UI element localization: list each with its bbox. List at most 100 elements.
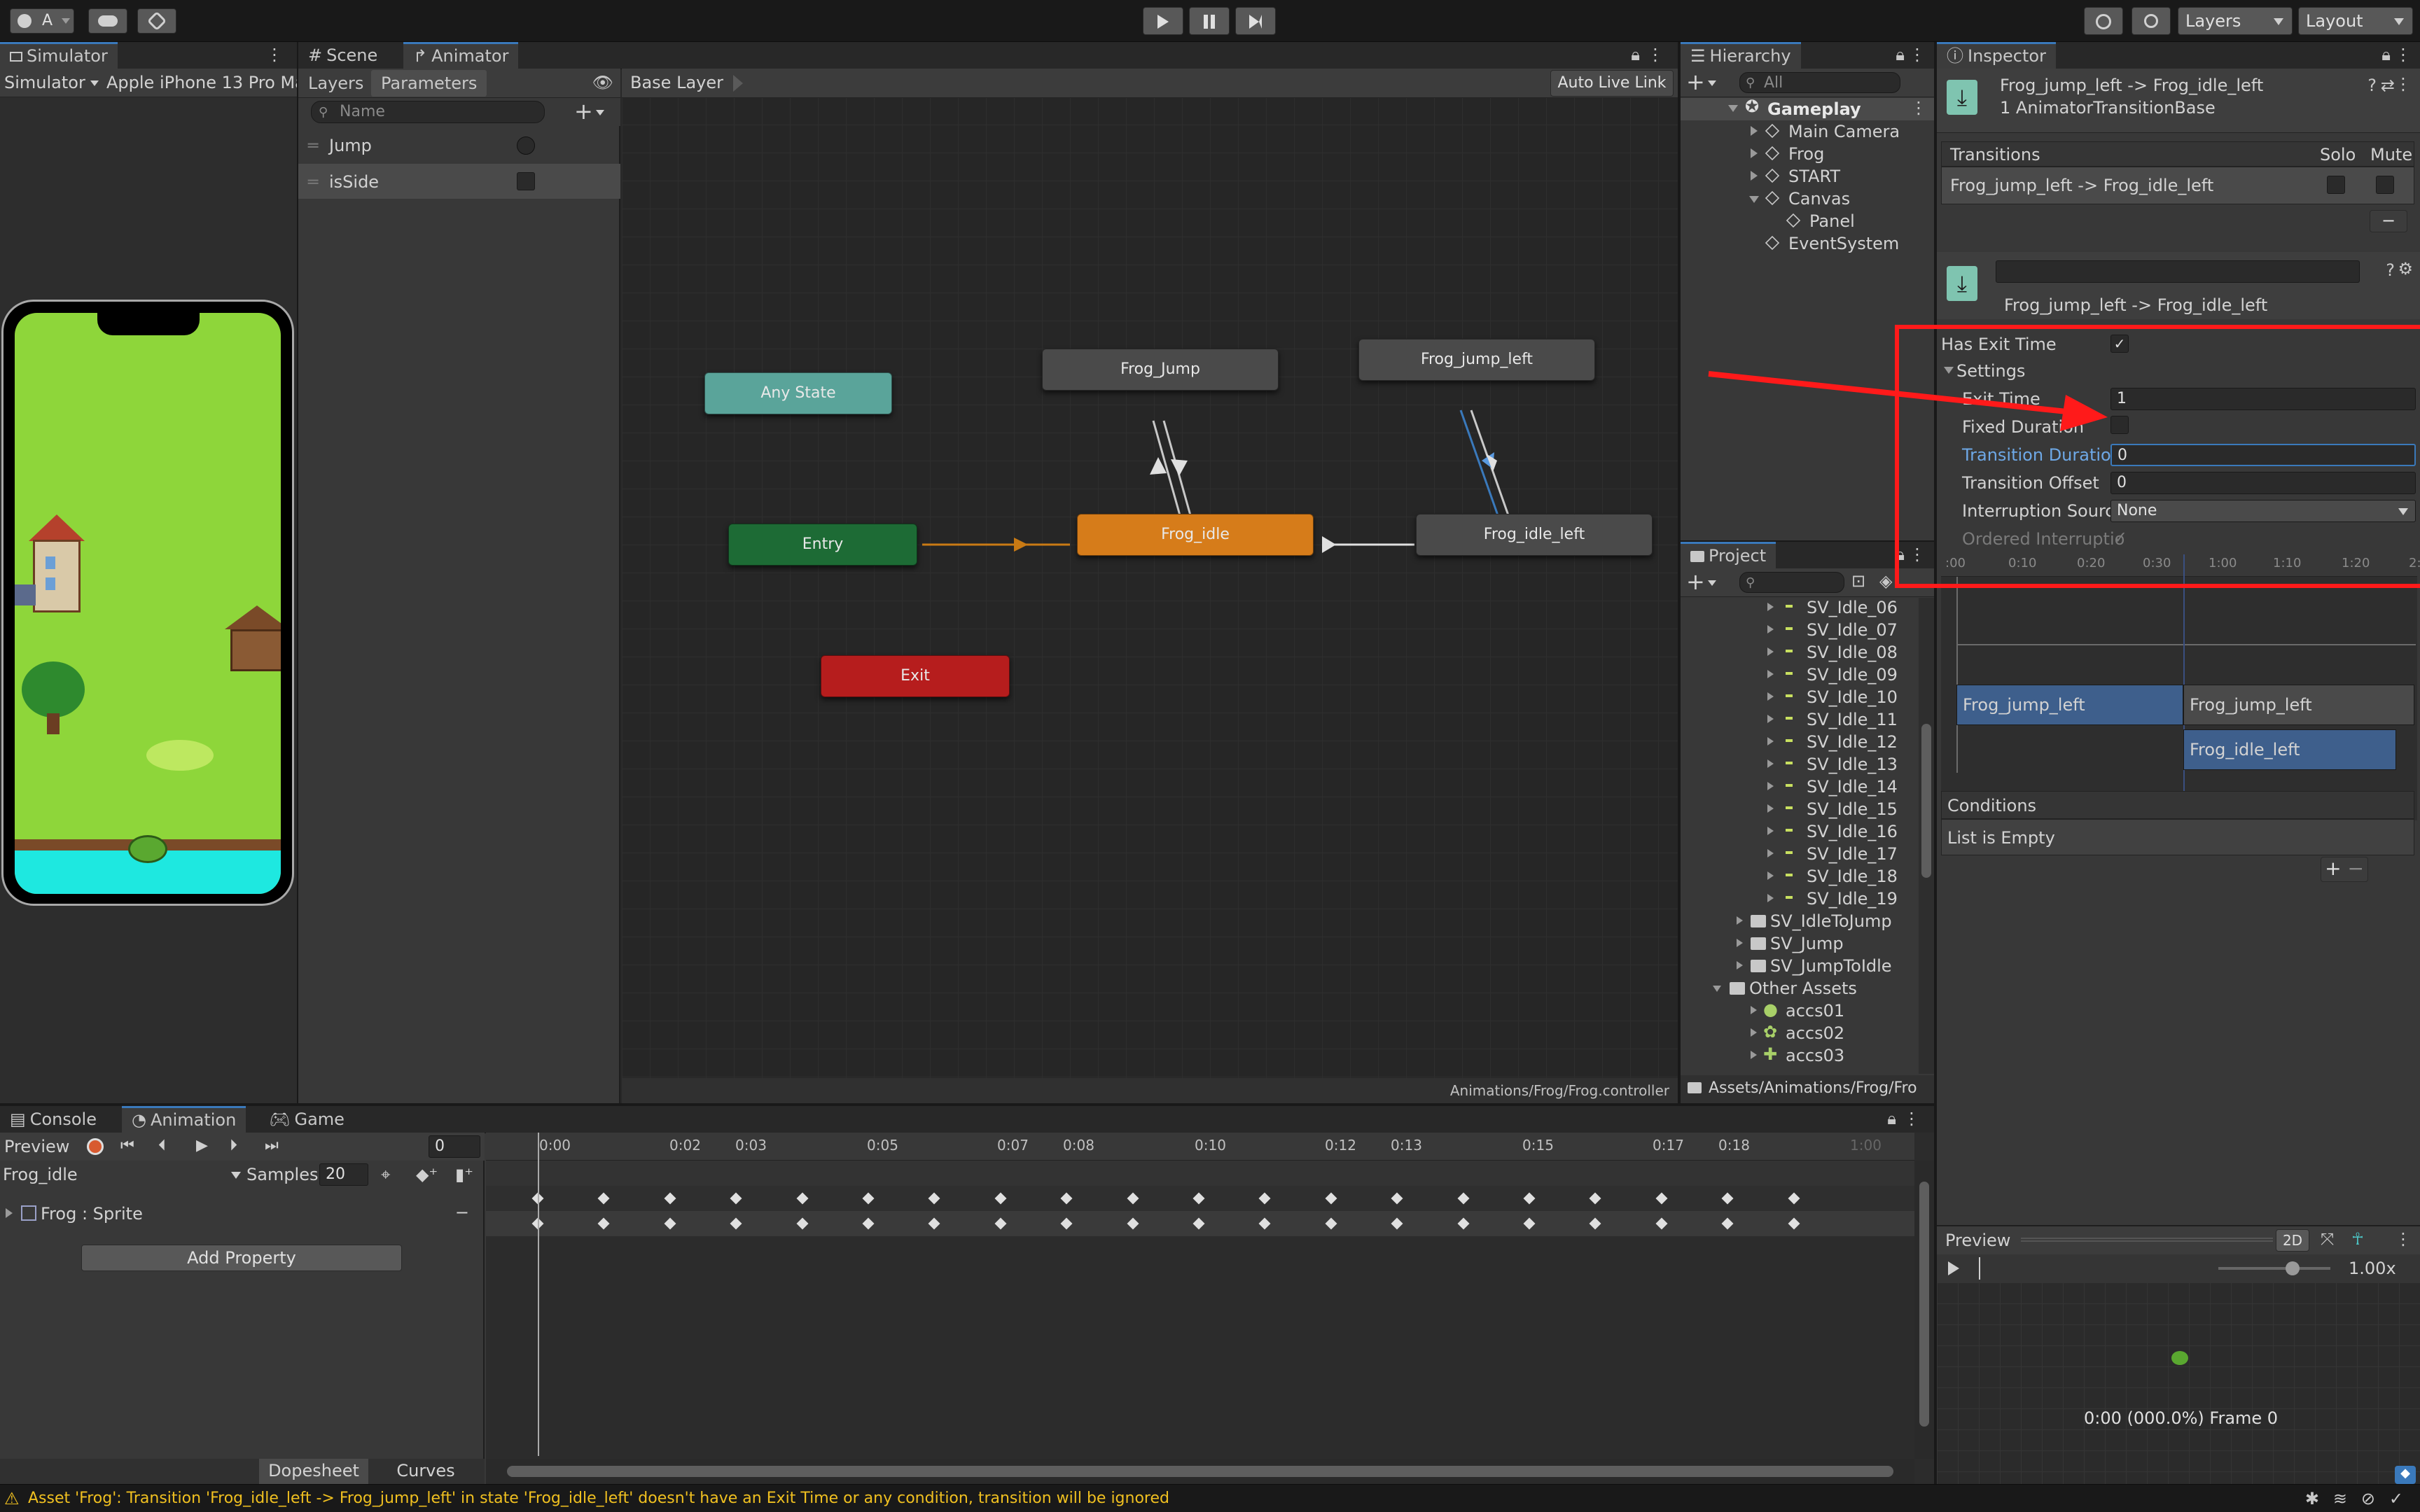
bool-checkbox[interactable]: [517, 172, 535, 190]
simulator-mode-dropdown[interactable]: Simulator: [4, 73, 99, 92]
tab-animator[interactable]: ↱ Animator: [403, 42, 519, 71]
list-item[interactable]: SV_Idle_15: [1681, 798, 1919, 820]
transition-timeline[interactable]: :000:100:200:301:001:101:202:00 Frog_jum…: [1941, 554, 2420, 820]
chevron-right-icon[interactable]: [1767, 804, 1774, 813]
keyframe-diamond[interactable]: [928, 1192, 940, 1205]
list-item[interactable]: Canvas: [1681, 188, 1934, 210]
more-icon[interactable]: ⋮: [266, 45, 283, 64]
timeline-bar-source[interactable]: Frog_jump_left: [1956, 685, 2183, 725]
list-item[interactable]: SV_Idle_07: [1681, 619, 1919, 641]
remove-property-icon[interactable]: −: [455, 1203, 469, 1222]
list-item[interactable]: SV_Idle_08: [1681, 641, 1919, 664]
keyframe-diamond[interactable]: [1655, 1217, 1668, 1230]
tab-scene[interactable]: # Scene: [298, 42, 387, 69]
chevron-right-icon[interactable]: [1767, 670, 1774, 678]
pause-button[interactable]: [1189, 7, 1230, 35]
layout-dropdown[interactable]: Layout: [2298, 7, 2413, 35]
list-item[interactable]: SV_Idle_10: [1681, 686, 1919, 708]
layers-dropdown[interactable]: Layers: [2178, 7, 2293, 35]
keyframe-diamond[interactable]: [1589, 1217, 1601, 1230]
more-icon[interactable]: ⋮: [1910, 98, 1927, 118]
state-frog-jump[interactable]: Frog_Jump: [1042, 349, 1279, 391]
chevron-right-icon[interactable]: [1767, 849, 1774, 858]
create-button[interactable]: +: [1686, 69, 1716, 95]
next-key-icon[interactable]: ⏵: [230, 1137, 237, 1154]
state-frog-jump-left[interactable]: Frog_jump_left: [1358, 339, 1595, 381]
tab-layers[interactable]: Layers: [298, 70, 373, 97]
play-button[interactable]: [1143, 7, 1183, 35]
keyframe-diamond[interactable]: [1258, 1192, 1271, 1205]
keyframe-diamond[interactable]: [1127, 1192, 1139, 1205]
keyframe-diamond[interactable]: [1060, 1217, 1073, 1230]
timeline-hscrollbar[interactable]: [486, 1459, 1914, 1484]
list-item[interactable]: START: [1681, 165, 1934, 188]
keyframe-diamond[interactable]: [1391, 1192, 1403, 1205]
keyframe-diamond[interactable]: [1655, 1192, 1668, 1205]
chevron-right-icon[interactable]: [1767, 625, 1774, 634]
lock-icon[interactable]: 🔒︎: [1887, 1109, 1896, 1128]
keyframe-diamond[interactable]: [796, 1217, 809, 1230]
timeline-vscrollbar[interactable]: [1914, 1161, 1934, 1459]
list-item[interactable]: Other Assets: [1681, 977, 1919, 1000]
keyframe-diamond[interactable]: [1589, 1192, 1601, 1205]
state-frog-idle-left[interactable]: Frog_idle_left: [1416, 514, 1653, 556]
tag-icon[interactable]: ◆: [2395, 1466, 2416, 1484]
gear-icon[interactable]: ⚙: [2398, 259, 2413, 279]
list-item[interactable]: ✪ Gameplay ⋮: [1681, 97, 1934, 120]
speed-slider-knob[interactable]: [2286, 1261, 2300, 1275]
keyframe-diamond[interactable]: [597, 1217, 610, 1230]
chevron-right-icon[interactable]: [1737, 916, 1743, 925]
keyframe-diamond[interactable]: [862, 1192, 875, 1205]
eye-icon[interactable]: 👁︎: [592, 73, 613, 92]
mode-2d-button[interactable]: 2D: [2276, 1229, 2309, 1252]
more-icon[interactable]: ⋮: [2395, 1229, 2412, 1249]
pivot-icon[interactable]: ⤧: [2321, 1229, 2334, 1249]
chevron-right-icon[interactable]: [1767, 827, 1774, 835]
state-frog-idle[interactable]: Frog_idle: [1077, 514, 1314, 556]
keyframe-diamond[interactable]: [796, 1192, 809, 1205]
state-exit[interactable]: Exit: [821, 655, 1010, 697]
avatar-icon[interactable]: ☥: [2351, 1229, 2364, 1249]
preset-icon[interactable]: ⇄: [2381, 76, 2395, 95]
list-item[interactable]: ✚ accs03: [1681, 1044, 1919, 1067]
clip-dropdown[interactable]: Frog_idle: [3, 1163, 241, 1186]
keyframe-diamond[interactable]: [597, 1192, 610, 1205]
chevron-right-icon[interactable]: [1737, 961, 1743, 969]
chevron-right-icon[interactable]: [1751, 126, 1758, 136]
transition-name-input[interactable]: [1996, 260, 2360, 283]
keyframe-diamond[interactable]: [1457, 1192, 1470, 1205]
list-item[interactable]: SV_Idle_06: [1681, 598, 1919, 619]
drag-handle-icon[interactable]: ═: [308, 136, 318, 155]
list-item[interactable]: SV_Idle_09: [1681, 664, 1919, 686]
list-item[interactable]: Panel: [1681, 210, 1934, 232]
curves-tab[interactable]: Curves: [371, 1459, 480, 1484]
list-item[interactable]: SV_Idle_14: [1681, 776, 1919, 798]
keyframe-diamond[interactable]: [1127, 1217, 1139, 1230]
samples-field[interactable]: 20: [319, 1163, 368, 1186]
more-icon[interactable]: ⋮: [1909, 45, 1926, 64]
list-item[interactable]: ✿ accs02: [1681, 1022, 1919, 1044]
list-item[interactable]: SV_Idle_18: [1681, 865, 1919, 888]
prev-key-icon[interactable]: ⏴: [158, 1137, 166, 1154]
keyframe-diamond[interactable]: [1721, 1217, 1734, 1230]
drag-handle-icon[interactable]: ═: [308, 172, 318, 192]
keyframe-diamond[interactable]: [730, 1192, 742, 1205]
parameter-search-input[interactable]: ⚲ Name: [311, 101, 545, 123]
chevron-right-icon[interactable]: [1737, 939, 1743, 947]
keyframe-diamond[interactable]: [1788, 1192, 1800, 1205]
keyframe-diamond[interactable]: [1258, 1217, 1271, 1230]
cache-icon[interactable]: ⊘: [2361, 1489, 2375, 1508]
more-icon[interactable]: ⋮: [1647, 45, 1664, 64]
keyframe-diamond[interactable]: [730, 1217, 742, 1230]
history-button[interactable]: [2084, 7, 2123, 35]
keyframe-diamond[interactable]: [664, 1217, 676, 1230]
record-icon[interactable]: [87, 1138, 104, 1155]
animator-graph[interactable]: Base Layer Auto Live Link Any State Entr…: [622, 69, 1678, 1103]
keyframe-diamond[interactable]: [1060, 1192, 1073, 1205]
keyframe-diamond[interactable]: [1721, 1192, 1734, 1205]
chevron-right-icon[interactable]: [1767, 737, 1774, 746]
transition-row[interactable]: Frog_jump_left -> Frog_idle_left: [1941, 167, 2414, 204]
list-item[interactable]: EventSystem: [1681, 232, 1934, 255]
list-item[interactable]: SV_Idle_13: [1681, 753, 1919, 776]
tab-simulator[interactable]: Simulator: [0, 42, 118, 71]
